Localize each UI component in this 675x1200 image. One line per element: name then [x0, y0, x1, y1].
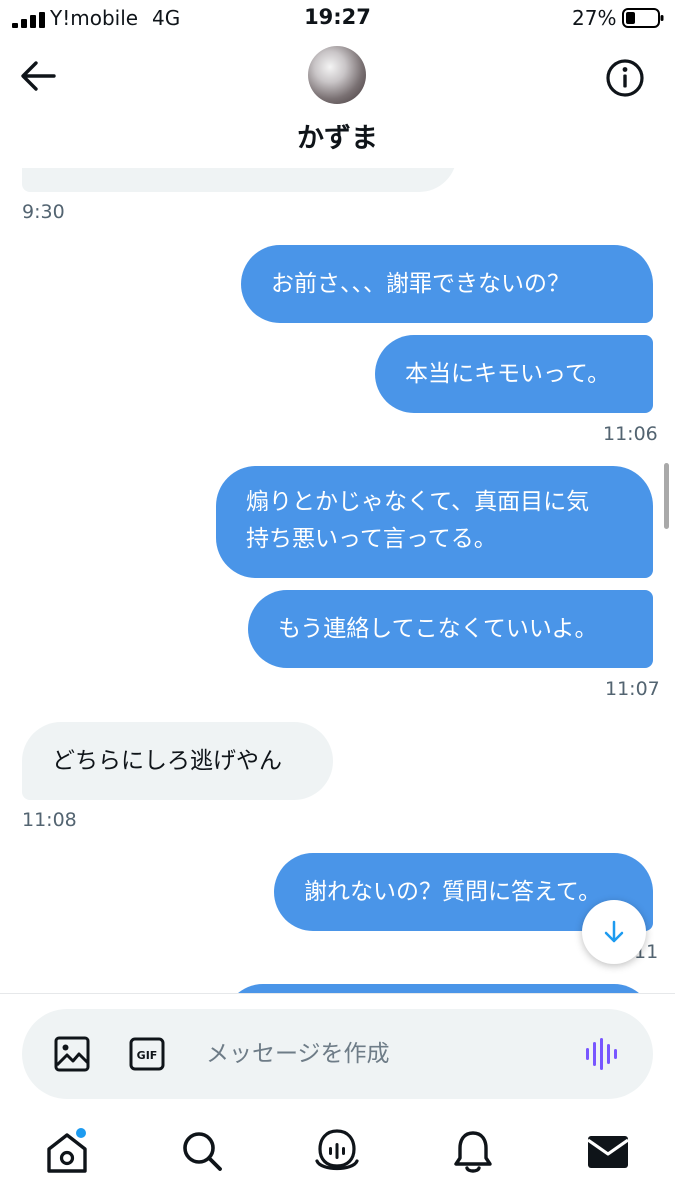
avatar[interactable] [308, 46, 366, 104]
message-timestamp: 9:30 [22, 201, 65, 223]
status-bar: Y!mobile 4G 19:27 27% [0, 0, 675, 38]
message-line: 持ち悪いって言ってる。 [246, 526, 497, 552]
scroll-to-bottom-button[interactable] [582, 900, 646, 964]
bottom-tab-bar [0, 1121, 675, 1191]
message-timestamp: 11:08 [22, 809, 77, 831]
message-bubble-incoming[interactable]: どちらにしろ逃げやん [22, 722, 333, 800]
message-bubble-outgoing[interactable] [224, 984, 653, 993]
message-bubble-outgoing[interactable]: 本当にキモいって。 [375, 335, 653, 413]
battery-icon [622, 8, 664, 28]
message-bubble-outgoing[interactable]: お前さ、、、謝罪できないの？ [241, 245, 653, 323]
notifications-icon[interactable] [449, 1127, 497, 1175]
info-icon[interactable] [605, 58, 645, 98]
message-line: 煽りとかじゃなくて、真面目に気 [246, 489, 590, 515]
battery-percent: 27% [572, 6, 617, 30]
message-bubble-outgoing[interactable]: 煽りとかじゃなくて、真面目に気 持ち悪いって言ってる。 [216, 466, 653, 578]
arrow-down-icon [604, 920, 624, 943]
composer-area: GIF [0, 993, 675, 1200]
image-icon[interactable] [54, 1036, 90, 1072]
gif-icon[interactable]: GIF [129, 1037, 165, 1071]
arrow-left-icon[interactable] [18, 58, 58, 94]
messages-icon[interactable] [584, 1127, 632, 1175]
conversation-header: かずま [0, 38, 675, 168]
spaces-icon[interactable] [313, 1127, 361, 1175]
message-timestamp: 11:06 [603, 423, 658, 445]
svg-text:GIF: GIF [137, 1049, 158, 1062]
voice-message-icon[interactable] [584, 1037, 622, 1071]
message-composer: GIF [22, 1009, 653, 1099]
scrollbar[interactable] [664, 463, 669, 529]
contact-name[interactable]: かずま [0, 116, 675, 155]
message-timestamp: 11:07 [605, 678, 660, 700]
message-bubble-outgoing[interactable]: もう連絡してこなくていいよ。 [248, 590, 653, 668]
message-input[interactable] [206, 1031, 566, 1077]
message-list[interactable]: 9:30 お前さ、、、謝罪できないの？ 本当にキモいって。 11:06 煽りとか… [0, 38, 675, 993]
home-icon[interactable] [43, 1127, 91, 1175]
search-icon[interactable] [178, 1127, 226, 1175]
